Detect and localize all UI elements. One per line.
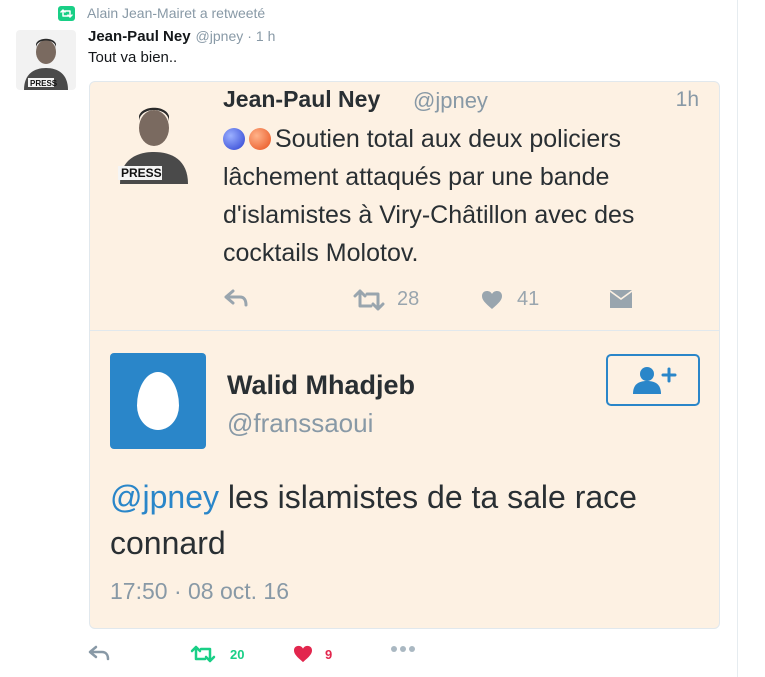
quoted-author-avatar[interactable]: PRESS <box>110 96 198 184</box>
direct-message-icon <box>610 290 632 308</box>
author-name[interactable]: Jean-Paul Ney <box>88 28 191 45</box>
quoted-divider <box>90 330 719 331</box>
quoted-retweet-count: 28 <box>397 288 420 310</box>
reply-tweet-text: @jpney les islamistes de ta sale race co… <box>110 474 700 566</box>
quoted-like-button[interactable]: 41 <box>481 288 539 311</box>
tweet-text: Tout va bien.. <box>88 49 178 66</box>
quoted-tweet-actions: 28 41 <box>223 288 703 316</box>
reply-icon <box>88 645 110 661</box>
reply-author-name[interactable]: Walid Mhadjeb <box>227 370 415 401</box>
mention-link[interactable]: @jpney <box>110 479 219 515</box>
more-button[interactable] <box>390 645 416 653</box>
header-separator: · <box>247 28 252 44</box>
quoted-author-name[interactable]: Jean-Paul Ney <box>223 86 380 113</box>
press-badge: PRESS <box>121 166 162 180</box>
tweet-header: Jean-Paul Ney @jpney · 1 h <box>88 28 275 45</box>
retweet-icon <box>353 289 385 310</box>
column-divider <box>737 0 738 677</box>
quoted-tweet-card[interactable]: PRESS Jean-Paul Ney @jpney 1h Soutien to… <box>89 81 720 629</box>
orange-circle-icon <box>249 128 271 150</box>
reply-tweet-date[interactable]: 17:50 · 08 oct. 16 <box>110 578 289 605</box>
default-egg-avatar[interactable] <box>110 353 206 449</box>
tweet-timestamp[interactable]: 1 h <box>256 28 275 44</box>
heart-icon <box>482 290 502 309</box>
retweet-icon <box>190 645 216 663</box>
retweet-icon <box>58 5 75 21</box>
quoted-retweet-button[interactable]: 28 <box>353 288 419 311</box>
follow-button[interactable] <box>606 354 700 406</box>
follow-user-icon <box>633 367 677 394</box>
heart-icon <box>294 645 312 663</box>
tweet-actions: 20 9 <box>88 645 448 671</box>
retweet-context-text[interactable]: Alain Jean-Mairet a retweeté <box>87 5 265 21</box>
reply-author-handle[interactable]: @franssaoui <box>227 408 373 439</box>
retweet-count: 20 <box>230 646 245 662</box>
egg-icon <box>137 372 179 430</box>
quoted-tweet-text: Soutien total aux deux policiers lâcheme… <box>223 120 693 272</box>
quoted-dm-button[interactable] <box>608 288 634 310</box>
more-icon <box>391 646 415 652</box>
author-handle[interactable]: @jpney <box>196 28 244 44</box>
reply-button[interactable] <box>88 645 110 661</box>
like-count: 9 <box>325 646 333 662</box>
quoted-like-count: 41 <box>517 288 540 310</box>
press-badge: PRESS <box>30 79 58 88</box>
like-button[interactable]: 9 <box>293 645 332 663</box>
author-avatar[interactable]: PRESS <box>16 30 76 90</box>
reply-icon <box>224 289 248 307</box>
blue-circle-icon <box>223 128 245 150</box>
quoted-author-handle[interactable]: @jpney <box>413 88 488 114</box>
retweet-context: Alain Jean-Mairet a retweeté <box>58 4 265 22</box>
quoted-timestamp[interactable]: 1h <box>676 88 699 112</box>
retweet-button[interactable]: 20 <box>190 645 244 663</box>
quoted-tweet-body: Soutien total aux deux policiers lâcheme… <box>223 125 635 267</box>
quoted-reply-button[interactable] <box>223 288 249 308</box>
